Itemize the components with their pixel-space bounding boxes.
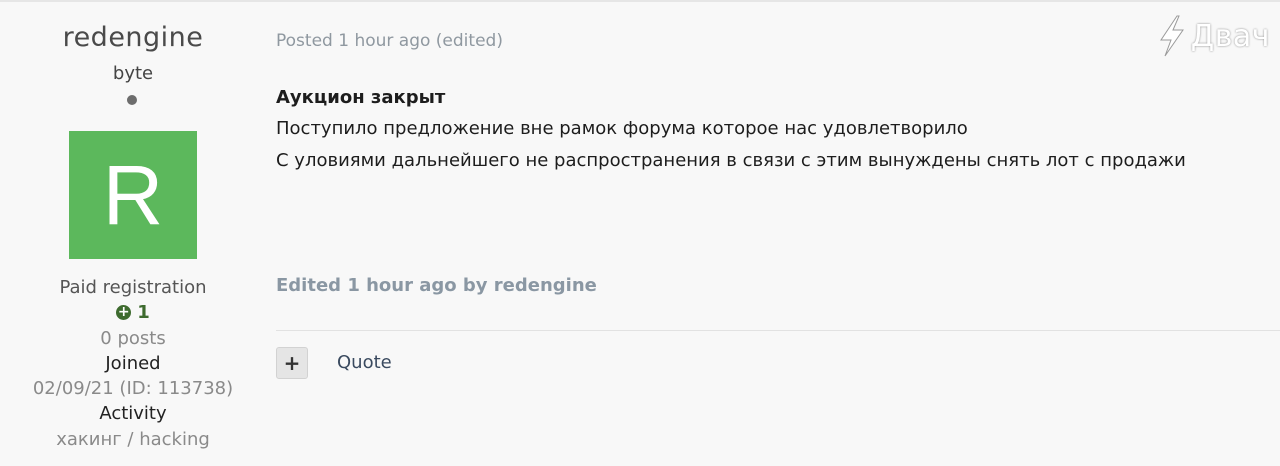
reputation-count: 1 — [137, 302, 150, 323]
post-footer-divider — [276, 330, 1280, 331]
joined-value: 02/09/21 (ID: 113738) — [32, 378, 234, 399]
activity-label: Activity — [99, 403, 167, 424]
post-body-line: Поступило предложение вне рамок форума к… — [276, 118, 968, 139]
online-status-icon — [127, 95, 137, 105]
post-count: 0 posts — [100, 328, 166, 349]
activity-value: хакинг / hacking — [56, 429, 210, 450]
plus-icon: + — [283, 351, 301, 375]
plus-circle-icon: + — [116, 304, 132, 320]
post-timestamp[interactable]: Posted 1 hour ago (edited) — [276, 31, 503, 51]
reputation-badge: + 1 — [0, 302, 266, 323]
multiquote-plus-button[interactable]: + — [276, 347, 308, 379]
quote-button[interactable]: Quote — [337, 352, 392, 373]
author-username[interactable]: redengine — [0, 22, 266, 53]
post-body-line: С уловиями дальнейшего не распространени… — [276, 150, 1186, 171]
author-rank: byte — [112, 63, 154, 84]
avatar-letter: R — [102, 147, 164, 242]
author-panel: redengine byte R Paid registration + 1 0… — [0, 0, 266, 466]
watermark-logo: Двач — [1155, 14, 1270, 58]
avatar[interactable]: R — [69, 131, 197, 259]
edited-note: Edited 1 hour ago by redengine — [276, 275, 597, 296]
author-group: Paid registration — [59, 277, 207, 298]
post-title: Аукцион закрыт — [276, 87, 446, 108]
watermark-text: Двач — [1190, 18, 1270, 54]
lightning-bolt-icon — [1159, 15, 1184, 57]
joined-label: Joined — [105, 353, 161, 374]
